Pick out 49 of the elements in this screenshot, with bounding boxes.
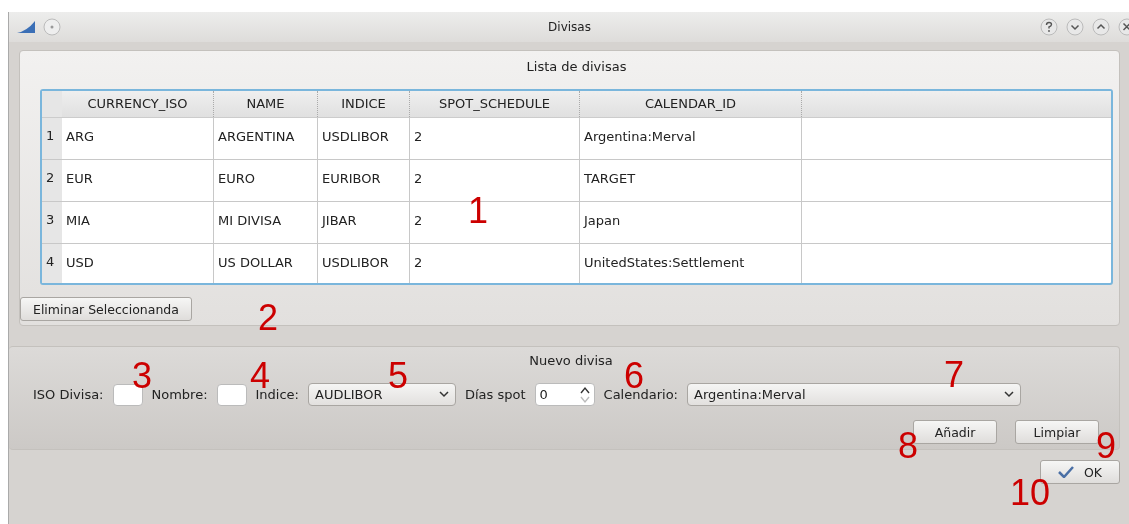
table-cell: ARG bbox=[62, 118, 214, 159]
table-cell: 2 bbox=[410, 244, 580, 283]
row-number[interactable]: 4 bbox=[42, 244, 62, 283]
table-cell: US DOLLAR bbox=[214, 244, 318, 283]
spin-arrows-icon[interactable] bbox=[579, 385, 590, 404]
table-cell: Argentina:Merval bbox=[580, 118, 802, 159]
group-title: Nuevo divisa bbox=[529, 353, 613, 370]
table-cell: ARGENTINA bbox=[214, 118, 318, 159]
spot-days-spinbox[interactable]: 0 bbox=[534, 383, 595, 406]
table-cell: 2 bbox=[410, 118, 580, 159]
row-number[interactable]: 2 bbox=[42, 160, 62, 201]
table-cell: EURIBOR bbox=[318, 160, 410, 201]
calendar-label: Calendario: bbox=[603, 387, 678, 402]
spot-days-label: Días spot bbox=[465, 387, 526, 402]
caret-icon bbox=[439, 391, 449, 398]
name-input[interactable] bbox=[216, 383, 247, 406]
column-header[interactable]: CURRENCY_ISO bbox=[62, 91, 214, 117]
check-icon bbox=[1057, 466, 1074, 478]
table-cell: Japan bbox=[580, 202, 802, 243]
table-cell: EUR bbox=[62, 160, 214, 201]
close-icon[interactable] bbox=[1118, 18, 1129, 36]
maximize-icon[interactable] bbox=[1092, 18, 1110, 36]
help-icon[interactable] bbox=[1040, 18, 1058, 36]
caret-icon bbox=[1004, 391, 1014, 398]
column-header[interactable]: INDICE bbox=[318, 91, 410, 117]
column-header[interactable]: CALENDAR_ID bbox=[580, 91, 802, 117]
table-cell: UnitedStates:Settlement bbox=[580, 244, 802, 283]
row-number[interactable]: 3 bbox=[42, 202, 62, 243]
annotation-number: 2 bbox=[258, 300, 279, 336]
index-label: Indice: bbox=[255, 387, 299, 402]
column-header[interactable]: NAME bbox=[214, 91, 318, 117]
annotation-number: 3 bbox=[132, 358, 153, 394]
table-cell: MI DIVISA bbox=[214, 202, 318, 243]
name-label: Nombre: bbox=[151, 387, 208, 402]
table-cell: USDLIBOR bbox=[318, 244, 410, 283]
window-title: Divisas bbox=[548, 20, 591, 34]
row-number[interactable]: 1 bbox=[42, 118, 62, 159]
table-cell: TARGET bbox=[580, 160, 802, 201]
delete-selected-button[interactable]: Eliminar Seleccionanda bbox=[20, 297, 192, 321]
group-title: Lista de divisas bbox=[526, 59, 627, 76]
iso-label: ISO Divisa: bbox=[33, 387, 104, 402]
table-cell: JIBAR bbox=[318, 202, 410, 243]
menu-dot-icon[interactable] bbox=[43, 18, 61, 36]
table-cell: USD bbox=[62, 244, 214, 283]
table-cell: EURO bbox=[214, 160, 318, 201]
table-cell: USDLIBOR bbox=[318, 118, 410, 159]
minimize-icon[interactable] bbox=[1066, 18, 1084, 36]
table-cell: MIA bbox=[62, 202, 214, 243]
column-header[interactable]: SPOT_SCHEDULE bbox=[410, 91, 580, 117]
